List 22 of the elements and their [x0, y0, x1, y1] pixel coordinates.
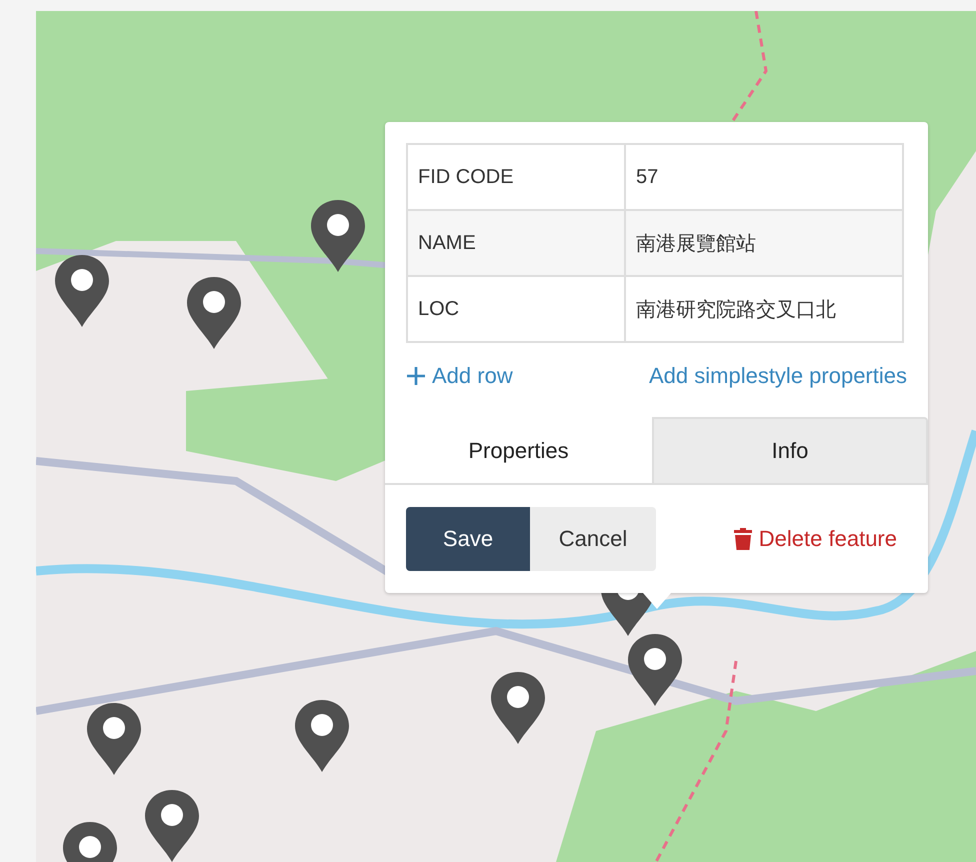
map-pin-icon[interactable] — [626, 632, 684, 708]
cancel-button[interactable]: Cancel — [530, 507, 656, 571]
map-pin-icon[interactable] — [293, 698, 351, 774]
save-button[interactable]: Save — [406, 507, 530, 571]
plus-icon — [406, 366, 426, 386]
map-pin-icon[interactable] — [143, 788, 201, 862]
tab[interactable]: Info — [652, 417, 928, 483]
map-pin-icon[interactable] — [489, 670, 547, 746]
property-key[interactable]: LOC — [407, 276, 625, 342]
property-value[interactable]: 57 — [625, 144, 903, 210]
map-pin-icon[interactable] — [185, 275, 243, 351]
property-value[interactable]: 南港研究院路交叉口北 — [625, 276, 903, 342]
map-pin-icon[interactable] — [53, 253, 111, 329]
add-simplestyle-link[interactable]: Add simplestyle properties — [648, 363, 907, 389]
property-key[interactable]: NAME — [407, 210, 625, 276]
add-row-link[interactable]: Add row — [406, 363, 513, 389]
property-value[interactable]: 南港展覽館站 — [625, 210, 903, 276]
property-key[interactable]: FID CODE — [407, 144, 625, 210]
map-pin-icon[interactable] — [309, 198, 367, 274]
map-pin-icon[interactable] — [85, 701, 143, 777]
trash-icon — [732, 527, 753, 551]
delete-feature-button[interactable]: Delete feature — [722, 507, 907, 571]
